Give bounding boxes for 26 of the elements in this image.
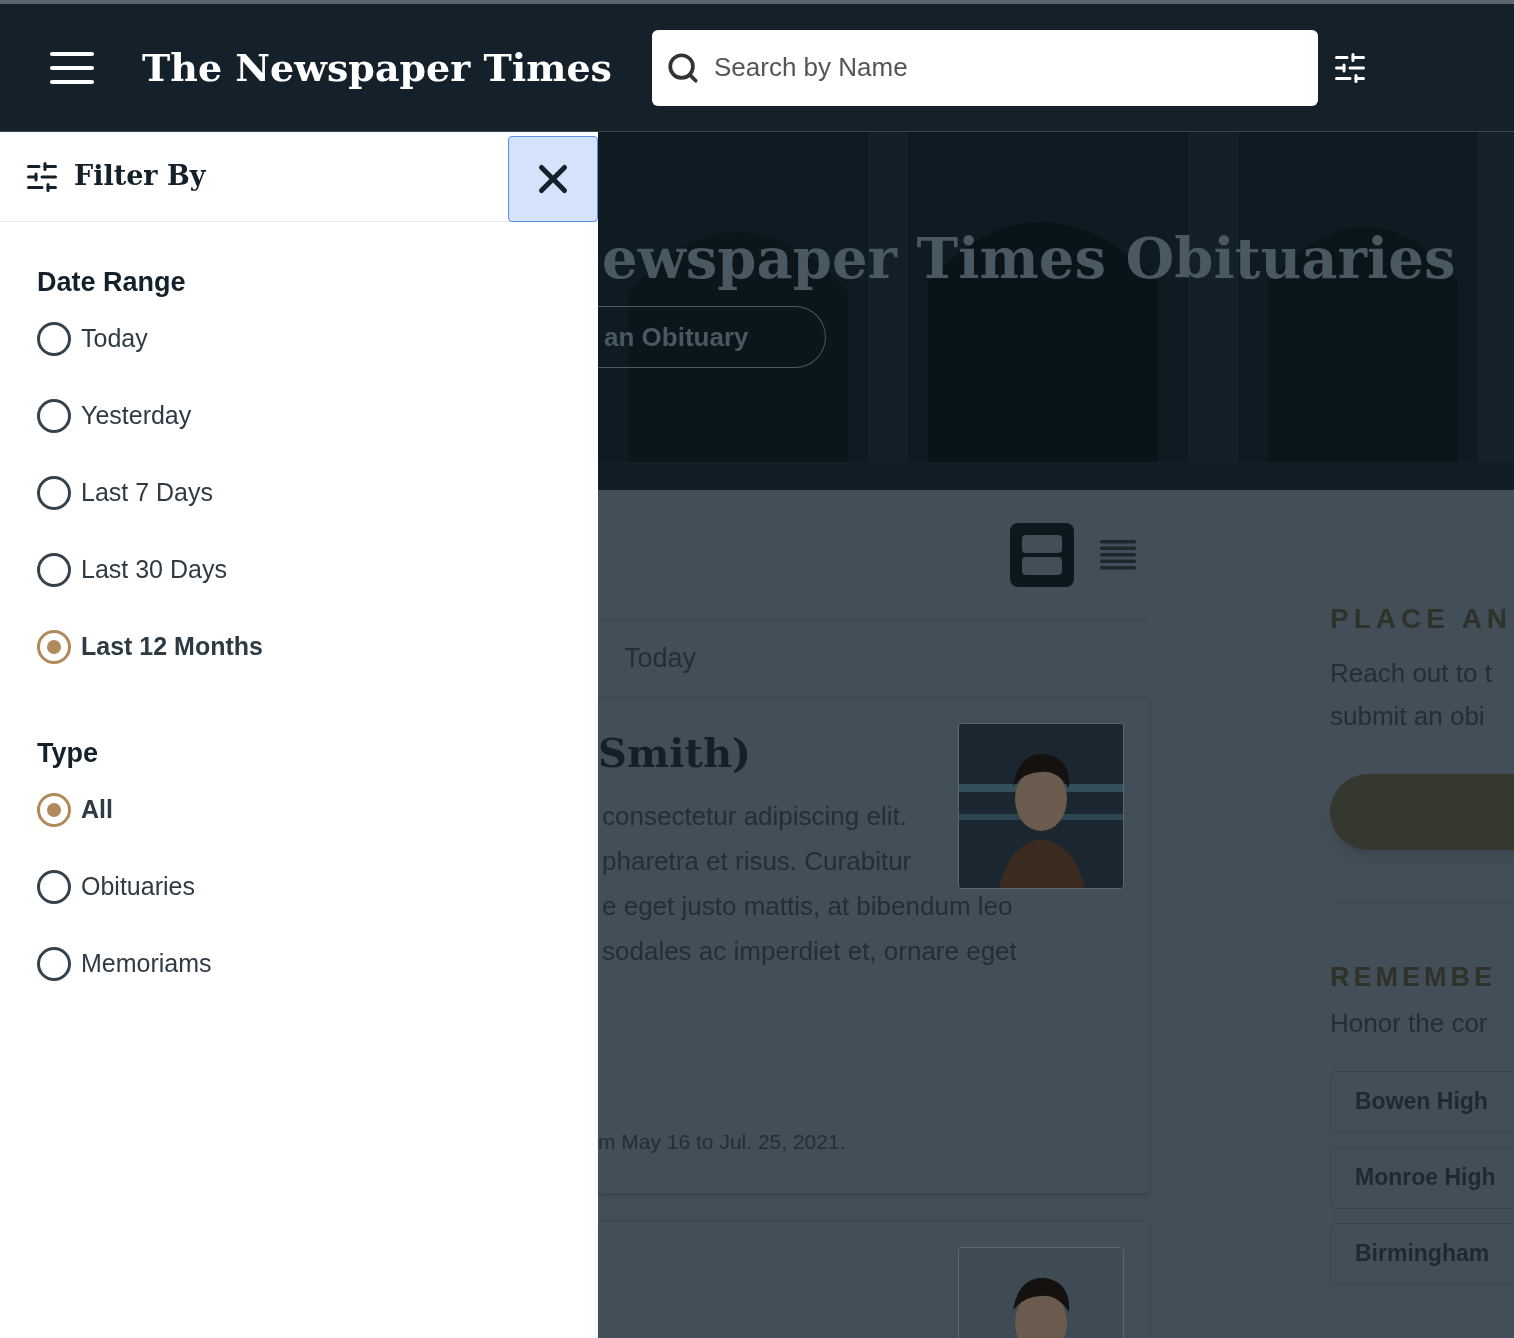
radio-option[interactable]: Today xyxy=(37,300,598,377)
close-button[interactable] xyxy=(508,136,598,222)
radio-button[interactable] xyxy=(37,321,71,356)
radio-button[interactable] xyxy=(37,552,71,587)
radio-option[interactable]: Last 7 Days xyxy=(37,454,598,531)
radio-button[interactable] xyxy=(37,398,71,433)
radio-button[interactable] xyxy=(37,629,71,664)
radio-button[interactable] xyxy=(37,869,71,904)
hero-title: ewspaper Times Obituaries xyxy=(602,224,1457,293)
group-title: Type xyxy=(37,737,99,770)
radio-button[interactable] xyxy=(37,792,71,827)
search-field[interactable]: Search by Name xyxy=(652,29,1318,106)
radio-button[interactable] xyxy=(37,946,71,981)
radio-option[interactable]: Last 30 Days xyxy=(37,531,598,608)
site-logo[interactable]: The Newspaper Times xyxy=(142,39,612,96)
list-icon xyxy=(1100,539,1136,570)
panel-title: Filter By xyxy=(74,159,207,194)
radio-option[interactable]: Last 12 Months xyxy=(37,608,598,685)
group-title: Date Range xyxy=(37,266,187,299)
radio-option[interactable]: Memoriams xyxy=(37,925,598,1002)
search-icon xyxy=(666,50,700,85)
radio-option[interactable]: Yesterday xyxy=(37,377,598,454)
radio-button[interactable] xyxy=(37,475,71,510)
radio-option[interactable]: Obituaries xyxy=(37,848,598,925)
radio-option[interactable]: All xyxy=(37,771,598,848)
cards-icon xyxy=(1022,534,1062,575)
